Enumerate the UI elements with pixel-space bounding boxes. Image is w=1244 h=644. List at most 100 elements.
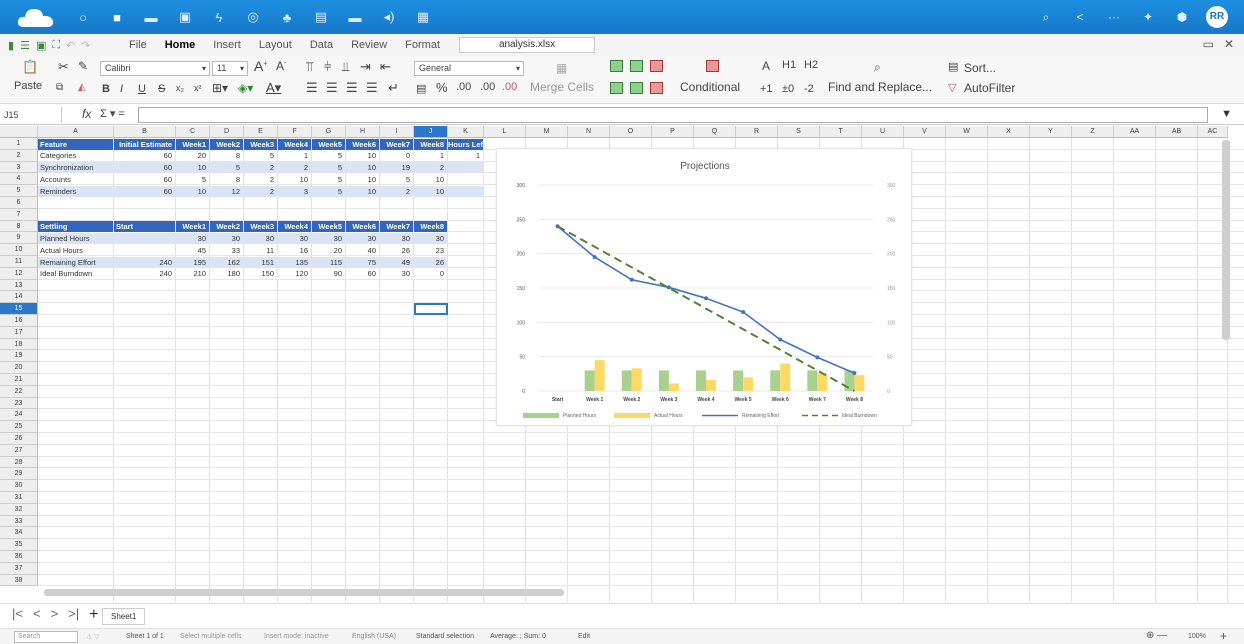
table-cell[interactable]: 10: [346, 150, 379, 161]
column-header-i[interactable]: I: [380, 126, 414, 138]
folder-icon[interactable]: ■: [100, 10, 134, 25]
formula-input[interactable]: [138, 107, 1208, 123]
align-right-icon[interactable]: ☰: [346, 80, 358, 96]
row-header[interactable]: 7: [0, 208, 38, 221]
column-header-r[interactable]: R: [736, 126, 778, 138]
table-cell[interactable]: Week8: [414, 221, 447, 233]
column-header-h[interactable]: H: [346, 126, 380, 138]
table-cell[interactable]: 11: [244, 245, 277, 256]
column-header-q[interactable]: Q: [694, 126, 736, 138]
search-icon[interactable]: ⌕: [1036, 10, 1056, 25]
redo-icon[interactable]: ↷: [81, 39, 90, 52]
font-name-select[interactable]: Calibri: [100, 61, 210, 76]
column-header-a[interactable]: A: [38, 126, 114, 138]
projections-chart[interactable]: Projections 0 0 50 50 100 100 150 150 200 200 250 25…: [496, 148, 912, 426]
menu-data[interactable]: Data: [301, 39, 342, 51]
row-header[interactable]: 15: [0, 303, 38, 315]
decimal-zero-button[interactable]: ±0: [782, 83, 794, 95]
column-header-w[interactable]: W: [946, 126, 988, 138]
table-cell[interactable]: 2: [414, 162, 447, 174]
justify-icon[interactable]: ☰: [366, 80, 378, 96]
table-cell[interactable]: 23: [414, 245, 447, 256]
mail-icon[interactable]: ▬: [134, 10, 168, 25]
row-header[interactable]: 4: [0, 173, 38, 186]
close-icon[interactable]: ✕: [1224, 37, 1234, 51]
table-cell[interactable]: 45: [176, 245, 209, 256]
table-cell[interactable]: 5: [312, 162, 345, 174]
table-cell[interactable]: Week5: [312, 138, 345, 150]
table-cell[interactable]: 33: [210, 245, 243, 256]
font-size-select[interactable]: 11: [212, 61, 248, 76]
align-middle-icon[interactable]: ⫩: [324, 59, 331, 75]
share-icon[interactable]: <: [1070, 10, 1090, 24]
table-cell[interactable]: 10: [414, 174, 447, 185]
table-cell[interactable]: 10: [176, 185, 209, 197]
name-box[interactable]: J15: [0, 107, 62, 123]
table-cell[interactable]: Feature: [38, 138, 113, 150]
table-cell[interactable]: 30: [346, 232, 379, 244]
column-header-d[interactable]: D: [210, 126, 244, 138]
table-cell[interactable]: 16: [278, 245, 311, 256]
column-header-v[interactable]: V: [904, 126, 946, 138]
table-cell[interactable]: 2: [244, 162, 277, 174]
column-header-ab[interactable]: AB: [1156, 126, 1198, 138]
currency-icon[interactable]: ▤: [416, 82, 426, 95]
heading-a-button[interactable]: A: [762, 59, 770, 73]
strikethrough-button[interactable]: S: [158, 83, 165, 95]
table-cell[interactable]: [114, 232, 175, 244]
table-style-6-icon[interactable]: [650, 82, 663, 95]
cut-icon[interactable]: ✂: [58, 59, 69, 75]
table-cell[interactable]: Ideal Burndown: [38, 268, 113, 279]
table-cell[interactable]: 151: [244, 256, 277, 268]
row-header[interactable]: 36: [0, 551, 38, 563]
star-icon[interactable]: ✦: [1138, 10, 1158, 24]
table-cell[interactable]: 10: [346, 174, 379, 185]
merge-cells-button[interactable]: Merge Cells: [530, 80, 594, 94]
find-replace-button[interactable]: Find and Replace...: [828, 80, 932, 94]
menu-file[interactable]: File: [120, 39, 156, 51]
row-header[interactable]: 38: [0, 574, 38, 587]
table-cell[interactable]: 5: [312, 150, 345, 161]
table-cell[interactable]: [114, 245, 175, 256]
add-sheet-button[interactable]: +: [89, 606, 98, 624]
bolt-icon[interactable]: ϟ: [202, 10, 236, 25]
column-header-j[interactable]: J: [414, 126, 448, 138]
table-cell[interactable]: Reminders: [38, 185, 113, 197]
table-cell[interactable]: Initial Estimate: [114, 138, 175, 150]
search-icon[interactable]: ◎: [236, 9, 270, 25]
row-header[interactable]: 3: [0, 161, 38, 174]
row-header[interactable]: 34: [0, 527, 38, 540]
table-cell[interactable]: 30: [380, 232, 413, 244]
new-doc-icon[interactable]: ▮: [8, 39, 14, 52]
zoom-in-icon[interactable]: +: [1220, 629, 1227, 643]
table-cell[interactable]: 5: [380, 174, 413, 185]
table-style-5-icon[interactable]: [630, 82, 643, 95]
prev-sheet-button[interactable]: <: [33, 606, 41, 624]
row-header[interactable]: 21: [0, 374, 38, 386]
last-sheet-button[interactable]: >|: [68, 606, 79, 624]
table-cell[interactable]: 26: [414, 256, 447, 268]
underline-button[interactable]: U: [138, 83, 146, 95]
heading-1-button[interactable]: H1: [782, 59, 796, 71]
sum-button[interactable]: Σ ▾ =: [100, 107, 125, 120]
table-cell[interactable]: 20: [176, 150, 209, 161]
table-cell[interactable]: Remaining Effort: [38, 256, 113, 268]
row-header[interactable]: 14: [0, 291, 38, 304]
column-header-t[interactable]: T: [820, 126, 862, 138]
row-header[interactable]: 12: [0, 267, 38, 280]
table-style-3-icon[interactable]: [650, 60, 663, 73]
grow-font-icon[interactable]: A+: [254, 58, 267, 74]
table-cell[interactable]: 1: [278, 150, 311, 161]
row-header[interactable]: 23: [0, 397, 38, 410]
table-cell[interactable]: 135: [278, 256, 311, 268]
vertical-scrollbar[interactable]: [1222, 140, 1230, 340]
table-cell[interactable]: 30: [380, 268, 413, 279]
language-select[interactable]: English (USA): [352, 633, 396, 640]
format-painter-icon[interactable]: ✎: [78, 59, 88, 73]
paste-button[interactable]: Paste: [14, 80, 42, 92]
row-header[interactable]: 27: [0, 444, 38, 457]
outdent-icon[interactable]: ⇤: [380, 59, 391, 75]
row-header[interactable]: 11: [0, 256, 38, 268]
first-sheet-button[interactable]: |<: [12, 606, 23, 624]
row-header[interactable]: 31: [0, 492, 38, 504]
